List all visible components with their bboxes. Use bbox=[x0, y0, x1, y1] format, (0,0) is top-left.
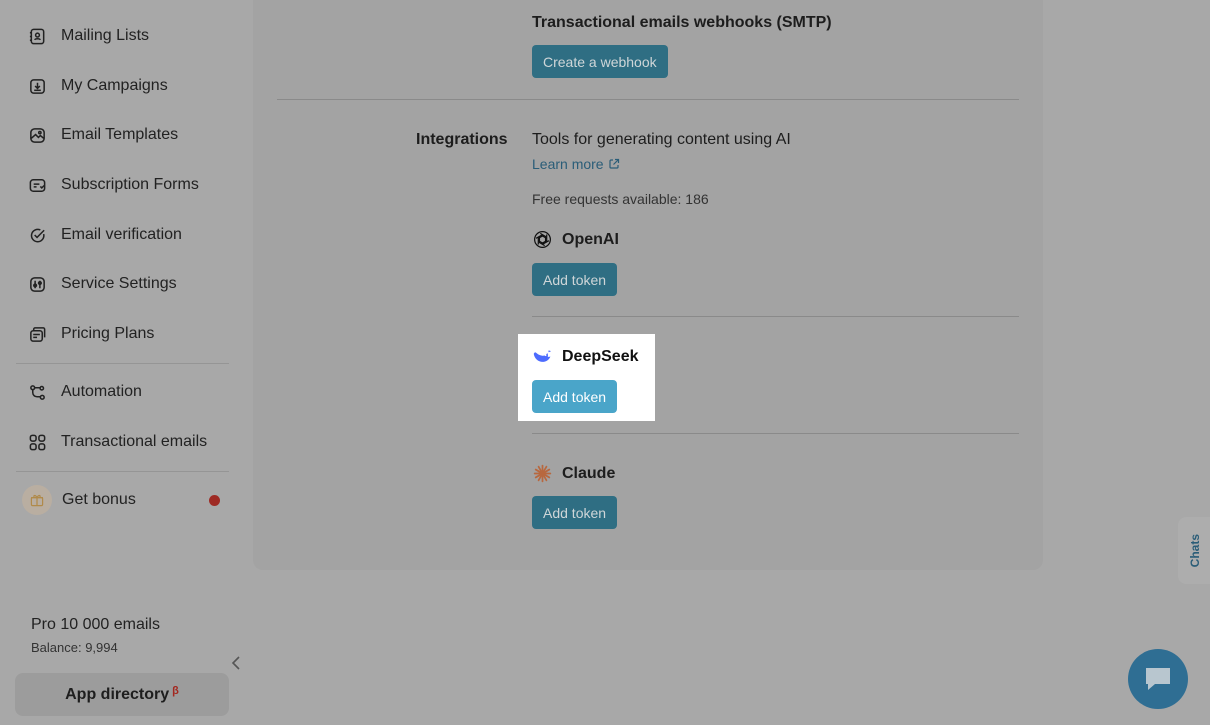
create-webhook-button[interactable]: Create a webhook bbox=[532, 45, 668, 78]
sidebar-item-label: Subscription Forms bbox=[61, 176, 199, 193]
templates-icon bbox=[30, 127, 45, 143]
provider-openai: OpenAI bbox=[532, 229, 619, 250]
app-directory-button[interactable]: App directory β bbox=[15, 673, 229, 716]
forms-icon bbox=[29, 178, 46, 192]
sidebar-item-automation[interactable]: Automation bbox=[28, 377, 142, 407]
notification-dot bbox=[209, 495, 220, 506]
pricing-icon bbox=[30, 326, 46, 342]
section-divider bbox=[277, 99, 1019, 100]
claude-logo-icon bbox=[533, 464, 552, 483]
sidebar-item-label: Service Settings bbox=[61, 275, 177, 292]
automation-icon bbox=[30, 384, 45, 400]
sidebar-item-label: Mailing Lists bbox=[61, 27, 150, 44]
sidebar-item-transactional-emails[interactable]: Transactional emails bbox=[28, 427, 207, 457]
sidebar-item-get-bonus[interactable]: Get bonus bbox=[22, 485, 136, 515]
settings-icon bbox=[30, 276, 45, 292]
gift-icon bbox=[22, 485, 52, 515]
openai-add-token-button[interactable]: Add token bbox=[532, 263, 618, 296]
provider-name: DeepSeek bbox=[562, 347, 639, 365]
integrations-label: Integrations bbox=[416, 131, 508, 148]
deepseek-highlight: DeepSeek Add token bbox=[518, 334, 655, 421]
provider-claude: Claude bbox=[532, 463, 615, 484]
provider-divider bbox=[532, 316, 1019, 317]
chats-tab[interactable]: Chats bbox=[1178, 517, 1210, 584]
contacts-icon bbox=[29, 28, 45, 44]
sidebar-item-mailing-lists[interactable]: Mailing Lists bbox=[28, 21, 149, 51]
check-circle-icon bbox=[30, 228, 45, 242]
sidebar-item-pricing-plans[interactable]: Pricing Plans bbox=[28, 319, 154, 349]
sidebar-item-label: My Campaigns bbox=[61, 77, 168, 94]
chevron-left-icon[interactable] bbox=[229, 654, 243, 672]
sidebar-item-label: Pricing Plans bbox=[61, 325, 155, 342]
sidebar-item-my-campaigns[interactable]: My Campaigns bbox=[28, 71, 168, 101]
free-requests-count: Free requests available: 186 bbox=[532, 191, 709, 207]
sidebar-divider bbox=[16, 363, 229, 364]
provider-deepseek: DeepSeek bbox=[532, 346, 639, 367]
integrations-description: Tools for generating content using AI bbox=[532, 131, 791, 148]
sidebar-divider bbox=[16, 471, 229, 472]
sidebar-item-label: Transactional emails bbox=[61, 433, 208, 450]
app-directory-label: App directory bbox=[65, 685, 170, 703]
sidebar-item-label: Automation bbox=[61, 383, 142, 400]
settings-panel bbox=[253, 0, 1043, 570]
sidebar-item-label: Email Templates bbox=[61, 126, 179, 143]
plan-balance: Balance: 9,994 bbox=[31, 640, 118, 655]
grid-icon bbox=[29, 434, 46, 450]
sidebar-item-label: Get bonus bbox=[62, 491, 136, 508]
external-link-icon bbox=[608, 158, 619, 169]
plan-name: Pro 10 000 emails bbox=[31, 616, 160, 633]
chats-tab-label: Chats bbox=[1188, 533, 1202, 568]
openai-logo-icon bbox=[534, 231, 551, 248]
provider-name: OpenAI bbox=[562, 230, 619, 248]
campaign-icon bbox=[30, 78, 45, 94]
sidebar-item-label: Email verification bbox=[61, 226, 182, 243]
sidebar-item-subscription-forms[interactable]: Subscription Forms bbox=[28, 170, 199, 200]
beta-badge: β bbox=[172, 684, 179, 697]
deepseek-logo-icon bbox=[533, 350, 551, 362]
sidebar-item-service-settings[interactable]: Service Settings bbox=[28, 269, 177, 299]
chat-button[interactable] bbox=[1128, 649, 1188, 709]
learn-more-link[interactable]: Learn more bbox=[532, 156, 620, 172]
provider-name: Claude bbox=[562, 464, 616, 482]
sidebar: Mailing Lists My Campaigns Email Templat… bbox=[0, 0, 245, 725]
provider-divider bbox=[532, 433, 1019, 434]
sidebar-item-email-templates[interactable]: Email Templates bbox=[28, 120, 178, 150]
smtp-webhooks-title: Transactional emails webhooks (SMTP) bbox=[532, 14, 832, 31]
claude-add-token-button[interactable]: Add token bbox=[532, 496, 618, 529]
learn-more-label: Learn more bbox=[532, 156, 604, 172]
deepseek-add-token-button[interactable]: Add token bbox=[532, 380, 618, 413]
chat-bubble-icon bbox=[1146, 668, 1170, 690]
sidebar-item-email-verification[interactable]: Email verification bbox=[28, 220, 182, 250]
